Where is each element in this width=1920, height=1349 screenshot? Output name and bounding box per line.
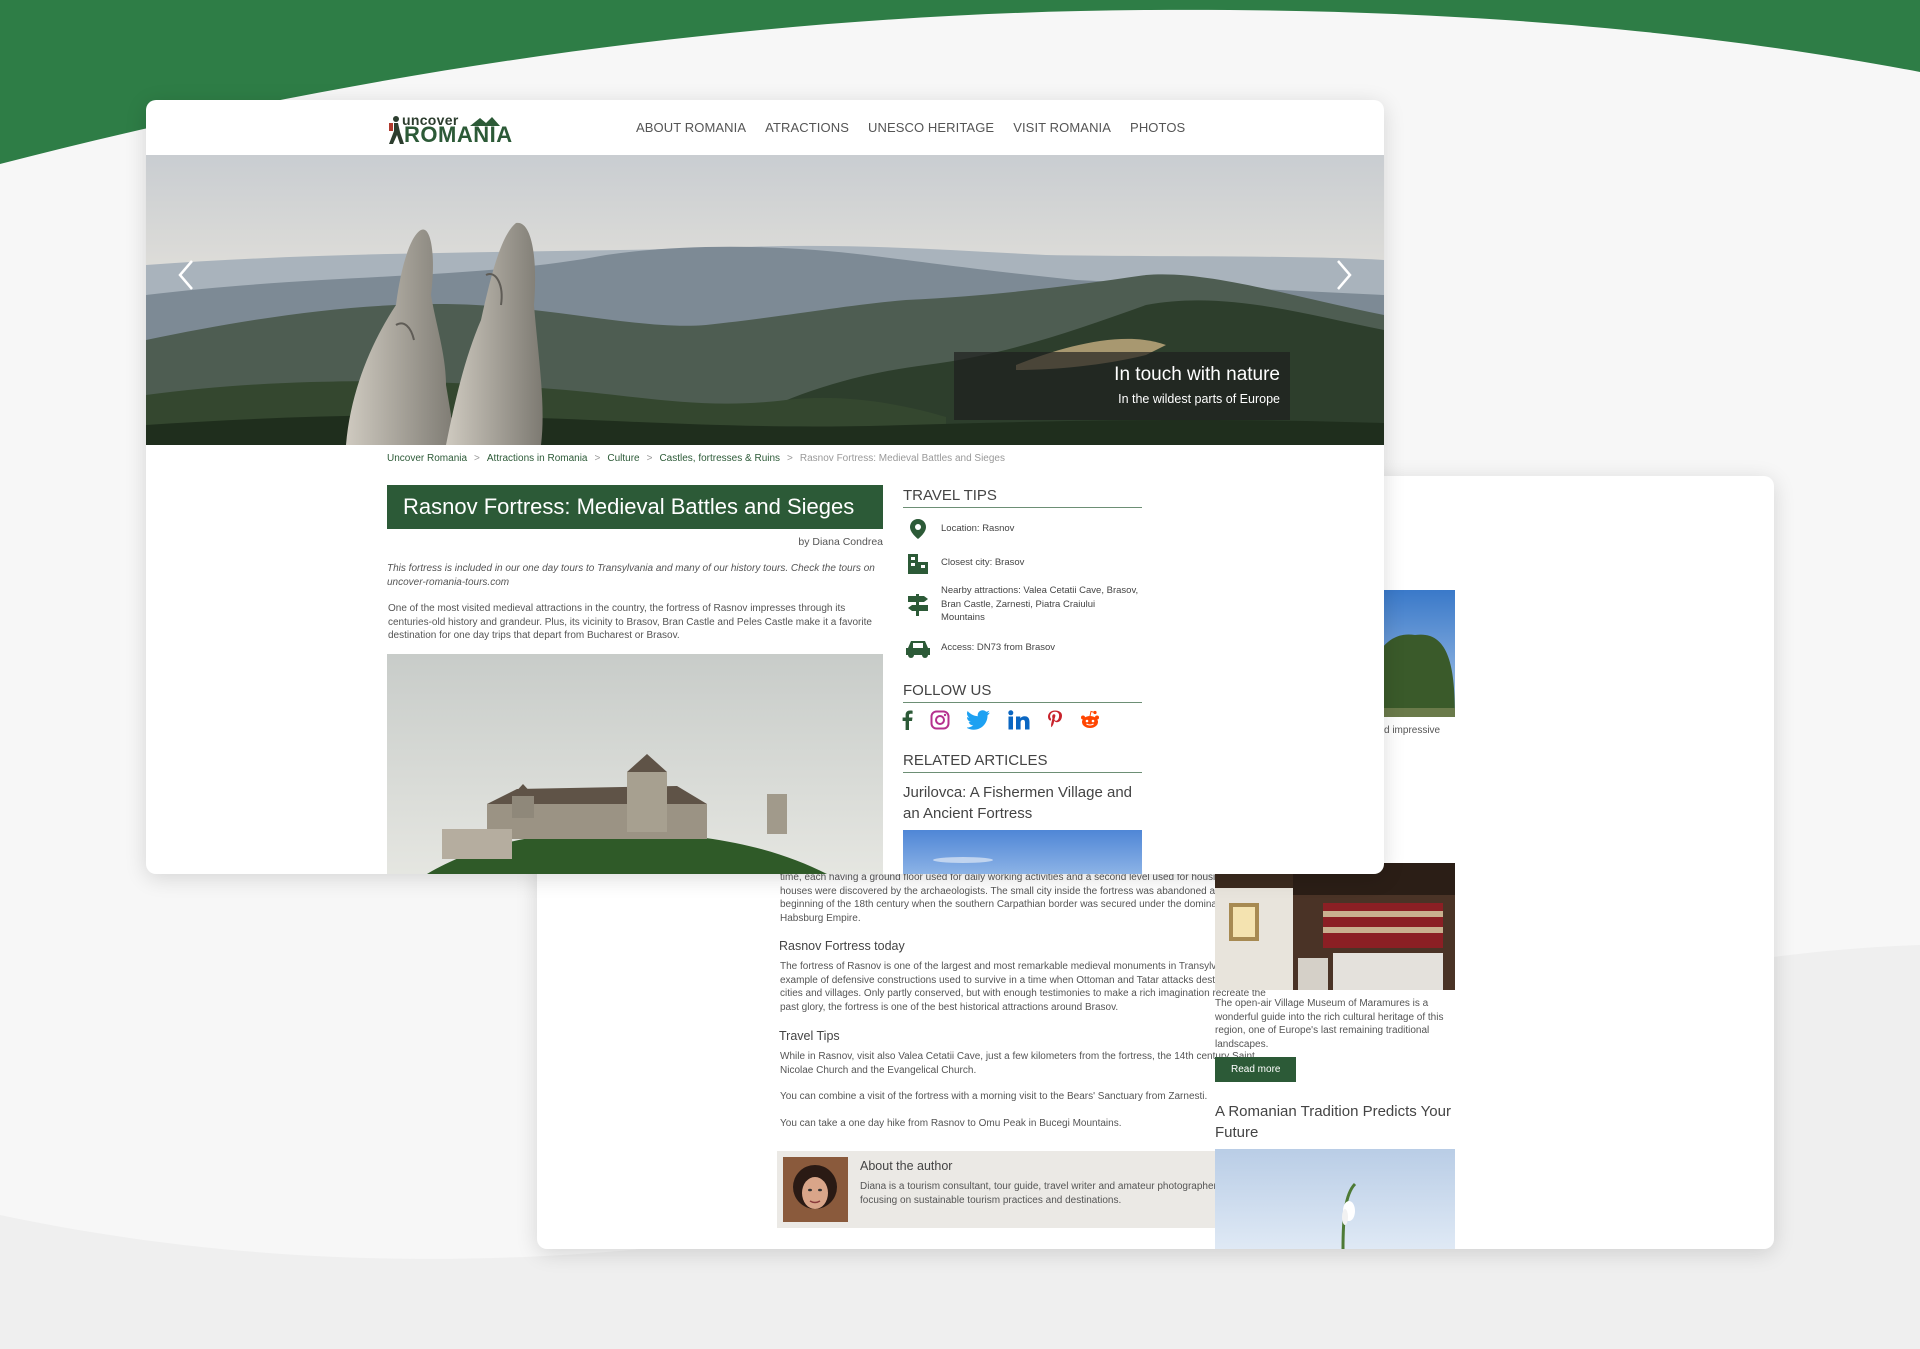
tip-access: Access: DN73 from Brasov [902,638,1141,658]
site-logo[interactable]: uncover ROMANIA [386,112,512,147]
author-bio: Diana is a tourism consultant, tour guid… [860,1181,1220,1206]
breadcrumb-separator: > [474,453,480,464]
author-box: About the author Diana is a tourism cons… [777,1151,1273,1228]
history-paragraph: time, each having a ground floor used fo… [780,872,1279,924]
tip-nearby: Nearby attractions: Valea Cetatii Cave, … [902,584,1141,625]
location-pin-icon [902,518,934,540]
instagram-icon[interactable] [930,710,950,730]
breadcrumb-separator: > [594,453,601,464]
nav-visit-romania[interactable]: VISIT ROMANIA [1013,120,1111,135]
mountain-logo-icon [470,117,500,126]
front-page-card: uncover ROMANIA ABOUT ROMANIA ATRACTIONS… [146,100,1384,874]
tip-location: Location: Rasnov [902,518,1141,540]
author-avatar [783,1157,848,1222]
related-article-title[interactable]: Jurilovca: A Fishermen Village and an An… [903,782,1142,824]
follow-us-heading: FOLLOW US [903,682,1142,703]
breadcrumb-current: Rasnov Fortress: Medieval Battles and Si… [799,453,1005,464]
article-paragraph: One of the most visited medieval attract… [388,603,872,641]
related-title-tradition[interactable]: A Romanian Tradition Predicts Your Futur… [1215,1101,1455,1143]
city-icon [902,552,934,574]
nav-attractions[interactable]: ATRACTIONS [765,120,849,135]
breadcrumb-home[interactable]: Uncover Romania [387,453,467,464]
hero-slider: In touch with nature In the wildest part… [146,155,1384,445]
tip-city-text: Closest city: Brasov [941,557,1025,569]
car-icon [902,638,934,658]
breadcrumb-culture[interactable]: Culture [607,453,639,464]
author-heading: About the author [860,1159,953,1173]
nav-unesco-heritage[interactable]: UNESCO HERITAGE [868,120,994,135]
read-more-button[interactable]: Read more [1215,1057,1297,1082]
section-heading-tips: Travel Tips [779,1029,840,1043]
pinterest-icon[interactable] [1047,710,1063,730]
travel-tips-heading: TRAVEL TIPS [903,487,1142,508]
museum-desc: The open-air Village Museum of Maramures… [1215,998,1444,1050]
tips-paragraph-1: While in Rasnov, visit also Valea Cetati… [780,1051,1255,1076]
museum-window-image [1215,863,1293,990]
tip-access-text: Access: DN73 from Brasov [941,642,1056,654]
tip-location-text: Location: Rasnov [941,523,1015,535]
article-byline: by Diana Condrea [798,536,883,548]
today-paragraph: The fortress of Rasnov is one of the lar… [780,961,1270,1013]
breadcrumb-separator: > [787,453,793,464]
tip-city: Closest city: Brasov [902,552,1141,574]
tips-paragraph-2: You can combine a visit of the fortress … [780,1091,1208,1102]
main-nav: ABOUT ROMANIA ATRACTIONS UNESCO HERITAGE… [636,120,1185,135]
snowdrop-image [1215,1149,1455,1249]
related-articles-heading: RELATED ARTICLES [903,752,1142,773]
museum-image [1293,863,1455,990]
slider-next-arrow-icon[interactable] [1328,255,1358,295]
fortress-photo [387,654,883,874]
twitter-icon[interactable] [967,710,991,730]
signpost-icon [902,592,934,617]
tips-paragraph-3: You can take a one day hike from Rasnov … [780,1118,1122,1129]
article-title: Rasnov Fortress: Medieval Battles and Si… [387,485,883,529]
hero-caption-title: In touch with nature [1114,364,1280,385]
article-intro: This fortress is included in our one day… [387,563,875,588]
facebook-icon[interactable] [901,710,913,730]
section-heading-today: Rasnov Fortress today [779,939,905,953]
breadcrumb-castles[interactable]: Castles, fortresses & Ruins [659,453,780,464]
nav-about-romania[interactable]: ABOUT ROMANIA [636,120,746,135]
linkedin-icon[interactable] [1008,710,1030,730]
nav-photos[interactable]: PHOTOS [1130,120,1185,135]
hero-caption-subtitle: In the wildest parts of Europe [1118,392,1280,406]
breadcrumb-separator: > [646,453,653,464]
breadcrumb: Uncover Romania > Attractions in Romania >… [387,453,1005,464]
breadcrumb-attractions[interactable]: Attractions in Romania [487,453,588,464]
reddit-icon[interactable] [1080,710,1100,730]
slider-prev-arrow-icon[interactable] [172,255,202,295]
social-links [901,710,1100,730]
hero-caption: In touch with nature In the wildest part… [954,352,1290,420]
tip-nearby-text: Nearby attractions: Valea Cetatii Cave, … [941,585,1139,623]
related-article-image [903,830,1142,874]
